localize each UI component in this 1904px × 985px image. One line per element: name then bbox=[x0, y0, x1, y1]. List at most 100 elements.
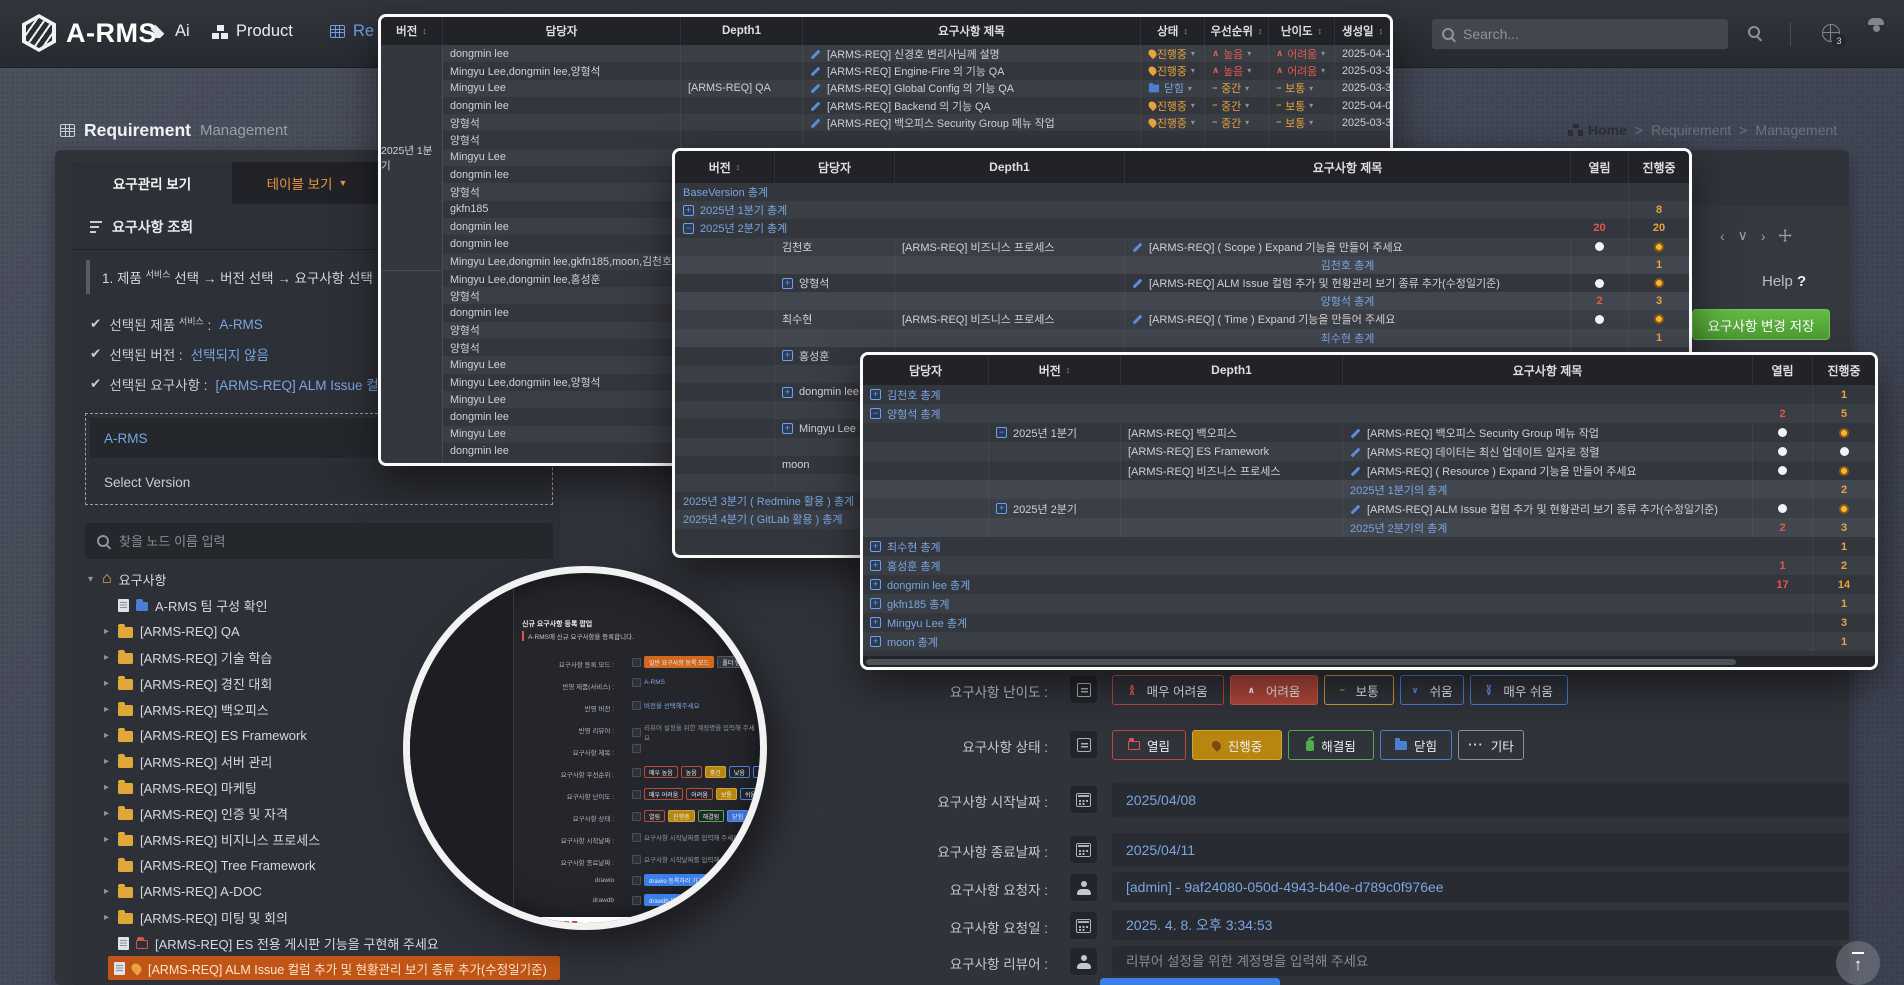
expand-plus-icon[interactable] bbox=[782, 350, 793, 361]
group-row[interactable]: moon 총계1 bbox=[863, 632, 1875, 651]
status-closed-button[interactable]: 닫힘 bbox=[1380, 730, 1452, 760]
expand-plus-icon[interactable] bbox=[870, 636, 881, 647]
tree-expand-icon[interactable]: ▸ bbox=[102, 652, 111, 663]
difficulty-dropdown[interactable]: 보통▾ bbox=[1269, 97, 1335, 114]
table-row[interactable]: Mingyu Lee,dongmin lee,양형석 [ARMS-REQ] En… bbox=[381, 62, 1390, 79]
tab-table-view[interactable]: 테이블 보기▼ bbox=[232, 162, 382, 204]
expand-plus-icon[interactable] bbox=[996, 503, 1007, 514]
collapse-minus-icon[interactable] bbox=[996, 427, 1007, 438]
expand-plus-icon[interactable] bbox=[782, 278, 793, 289]
table-row[interactable]: 김천호[ARMS-REQ] 비즈니스 프로세스 [ARMS-REQ] ( Sco… bbox=[675, 238, 1689, 256]
collapse-minus-icon[interactable] bbox=[870, 408, 881, 419]
priority-dropdown[interactable]: 중간▾ bbox=[1205, 80, 1269, 97]
difficulty-hard-button[interactable]: 어려움 bbox=[1230, 675, 1318, 705]
tree-expand-icon[interactable]: ▸ bbox=[102, 704, 111, 715]
group-row[interactable]: gkfn185 총계1 bbox=[863, 594, 1875, 613]
tree-expand-icon[interactable]: ▸ bbox=[102, 730, 111, 741]
difficulty-dropdown[interactable]: 보통▾ bbox=[1269, 114, 1335, 131]
scrollbar-thumb[interactable] bbox=[866, 659, 1736, 665]
horizontal-scrollbar[interactable] bbox=[863, 656, 1875, 667]
table-row[interactable]: Mingyu Lee[ARMS-REQ] QA [ARMS-REQ] Globa… bbox=[381, 80, 1390, 97]
tree-expand-icon[interactable]: ▸ bbox=[102, 626, 111, 637]
table-row[interactable]: [ARMS-REQ] ES Framework [ARMS-REQ] 데이터는 … bbox=[863, 442, 1875, 461]
breadcrumb-management[interactable]: Management bbox=[1755, 122, 1837, 138]
priority-dropdown[interactable]: 높음▾ bbox=[1205, 45, 1269, 62]
status-dropdown[interactable]: 진행중▾ bbox=[1141, 97, 1205, 114]
difficulty-easy-button[interactable]: 쉬움 bbox=[1400, 675, 1464, 705]
group-row[interactable]: Mingyu Lee 총계3 bbox=[863, 613, 1875, 632]
collapse-minus-icon[interactable] bbox=[683, 223, 694, 234]
chevron-right-icon[interactable]: › bbox=[1761, 228, 1766, 244]
group-row[interactable]: 2025년 2분기 총계2020 bbox=[675, 219, 1689, 237]
notifications-globe[interactable]: 3 bbox=[1822, 24, 1840, 42]
global-search[interactable] bbox=[1432, 19, 1728, 49]
difficulty-very-easy-button[interactable]: 매우 쉬움 bbox=[1470, 675, 1568, 705]
table-row[interactable]: 양형석 [ARMS-REQ] ALM Issue 컬럼 추가 및 현황관리 보기… bbox=[675, 274, 1689, 292]
status-dropdown[interactable]: 진행중▾ bbox=[1141, 45, 1205, 62]
search-input[interactable] bbox=[1463, 26, 1718, 42]
table-row[interactable]: 2025년 2분기 [ARMS-REQ] ALM Issue 컬럼 추가 및 현… bbox=[863, 499, 1875, 518]
table-row[interactable]: 2025년 1분기[ARMS-REQ] 백오피스 [ARMS-REQ] 백오피스… bbox=[863, 423, 1875, 442]
tab-requirement-view[interactable]: 요구관리 보기 bbox=[72, 162, 232, 204]
expand-icon[interactable] bbox=[1779, 229, 1792, 242]
difficulty-normal-button[interactable]: 보통 bbox=[1324, 675, 1394, 705]
tree-item-selected[interactable]: [ARMS-REQ] ALM Issue 컬럼 추가 및 현황관리 보기 종류 … bbox=[108, 956, 560, 980]
group-row[interactable]: 김천호 총계1 bbox=[863, 385, 1875, 404]
end-date-field[interactable]: 2025/04/11 bbox=[1112, 833, 1849, 867]
table-row[interactable]: [ARMS-REQ] 비즈니스 프로세스 [ARMS-REQ] ( Resour… bbox=[863, 461, 1875, 480]
expand-plus-icon[interactable] bbox=[870, 389, 881, 400]
tree-expand-icon[interactable]: ▸ bbox=[102, 912, 111, 923]
difficulty-very-hard-button[interactable]: 매우 어려움 bbox=[1112, 675, 1224, 705]
tree-expand-icon[interactable]: ▸ bbox=[102, 756, 111, 767]
scroll-top-button[interactable]: ↑ bbox=[1836, 941, 1880, 985]
save-requirement-button[interactable]: 요구사항 변경 저장 bbox=[1692, 309, 1830, 340]
tree-expand-icon[interactable]: ▸ bbox=[102, 886, 111, 897]
status-in-progress-button[interactable]: 진행중 bbox=[1192, 730, 1282, 760]
group-row[interactable]: 최수현 총계1 bbox=[863, 537, 1875, 556]
table-row[interactable]: dongmin lee [ARMS-REQ] Backend 의 기능 QA 진… bbox=[381, 97, 1390, 114]
table-row[interactable]: dongmin lee [ARMS-REQ] 신경호 변리사님께 설명 진행중▾… bbox=[381, 45, 1390, 62]
expand-plus-icon[interactable] bbox=[870, 617, 881, 628]
table-row[interactable]: 최수현[ARMS-REQ] 비즈니스 프로세스 [ARMS-REQ] ( Tim… bbox=[675, 310, 1689, 328]
partial-blue-button[interactable] bbox=[1100, 978, 1280, 985]
priority-dropdown[interactable]: 중간▾ bbox=[1205, 114, 1269, 131]
menu-product[interactable]: Product bbox=[212, 22, 293, 41]
tree-item[interactable]: [ARMS-REQ] ES 전용 게시판 기능을 구현해 주세요 bbox=[72, 930, 560, 956]
status-open-button[interactable]: 열림 bbox=[1112, 730, 1186, 760]
group-row[interactable]: BaseVersion 총계 bbox=[675, 183, 1689, 201]
difficulty-dropdown[interactable]: 보통▾ bbox=[1269, 80, 1335, 97]
tree-expand-icon[interactable]: ▸ bbox=[102, 782, 111, 793]
start-date-field[interactable]: 2025/04/08 bbox=[1112, 783, 1849, 817]
priority-dropdown[interactable]: 높음▾ bbox=[1205, 62, 1269, 79]
status-resolved-button[interactable]: 해결됨 bbox=[1288, 730, 1374, 760]
chevron-down-icon[interactable]: ∨ bbox=[1738, 227, 1748, 244]
table-row[interactable]: 양형석 [ARMS-REQ] 백오피스 Security Group 메뉴 작업… bbox=[381, 114, 1390, 131]
status-dropdown[interactable]: 닫힘▾ bbox=[1141, 80, 1205, 97]
status-dropdown[interactable]: 진행중▾ bbox=[1141, 62, 1205, 79]
version-select[interactable]: Select Version bbox=[90, 462, 548, 502]
tree-search-input[interactable] bbox=[119, 534, 541, 549]
expand-plus-icon[interactable] bbox=[870, 541, 881, 552]
expand-plus-icon[interactable] bbox=[782, 387, 793, 398]
tree-expand-icon[interactable]: ▸ bbox=[102, 834, 111, 845]
expand-plus-icon[interactable] bbox=[870, 560, 881, 571]
expand-plus-icon[interactable] bbox=[782, 423, 793, 434]
reviewer-field[interactable] bbox=[1112, 946, 1849, 976]
priority-dropdown[interactable]: 중간▾ bbox=[1205, 97, 1269, 114]
reviewer-input[interactable] bbox=[1126, 954, 1835, 969]
menu-requirement[interactable]: Re bbox=[330, 22, 374, 41]
group-row[interactable]: 양형석 총계25 bbox=[863, 404, 1875, 423]
menu-ai[interactable]: Ai bbox=[148, 22, 190, 41]
table-row[interactable]: 양형석 bbox=[381, 131, 1390, 148]
expand-plus-icon[interactable] bbox=[870, 598, 881, 609]
expand-plus-icon[interactable] bbox=[870, 579, 881, 590]
breadcrumb-home[interactable]: Home bbox=[1568, 122, 1627, 138]
tree-search[interactable] bbox=[85, 523, 553, 559]
chevron-left-icon[interactable]: ‹ bbox=[1720, 228, 1725, 244]
tree-expand-icon[interactable]: ▸ bbox=[102, 808, 111, 819]
breadcrumb-requirement[interactable]: Requirement bbox=[1651, 122, 1731, 138]
status-etc-button[interactable]: 기타 bbox=[1458, 730, 1524, 760]
difficulty-dropdown[interactable]: 어려움▾ bbox=[1269, 45, 1335, 62]
help-link[interactable]: Help ? bbox=[1762, 273, 1806, 290]
group-row[interactable]: 2025년 1분기 총계8 bbox=[675, 201, 1689, 219]
